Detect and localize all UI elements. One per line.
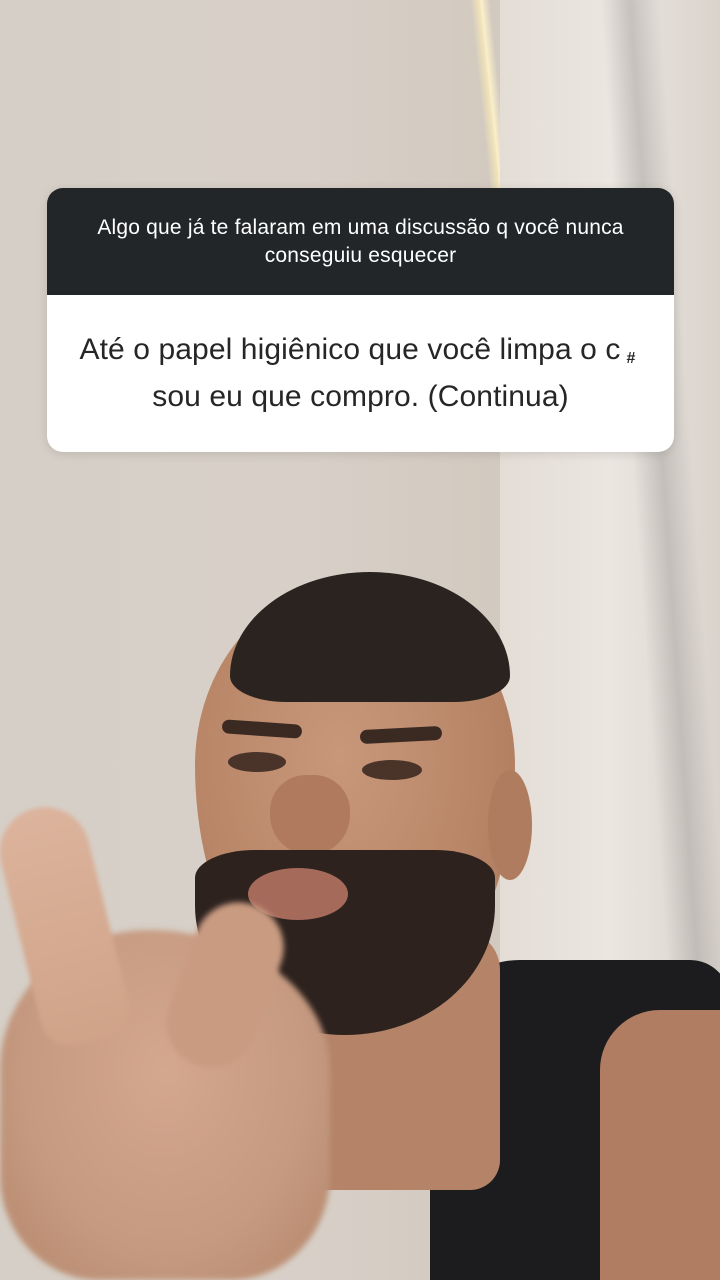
story-frame: Algo que já te falaram em uma discussão … bbox=[0, 0, 720, 1280]
answer-text: Até o papel higiênico que você limpa o c… bbox=[71, 331, 650, 416]
answer-text-part1: Até o papel higiênico que você limpa o c bbox=[79, 333, 621, 366]
question-header: Algo que já te falaram em uma discussão … bbox=[47, 188, 674, 295]
eye-right bbox=[362, 760, 422, 780]
ear bbox=[488, 770, 532, 880]
shoulder bbox=[600, 1010, 720, 1280]
answer-text-part2: sou eu que compro. (Continua) bbox=[152, 380, 569, 413]
eye-left bbox=[228, 752, 286, 772]
question-sticker[interactable]: Algo que já te falaram em uma discussão … bbox=[47, 188, 674, 452]
answer-area: Até o papel higiênico que você limpa o c… bbox=[47, 295, 674, 452]
nose bbox=[270, 775, 350, 855]
censor-symbol: # bbox=[626, 350, 636, 367]
question-text: Algo que já te falaram em uma discussão … bbox=[97, 215, 624, 267]
